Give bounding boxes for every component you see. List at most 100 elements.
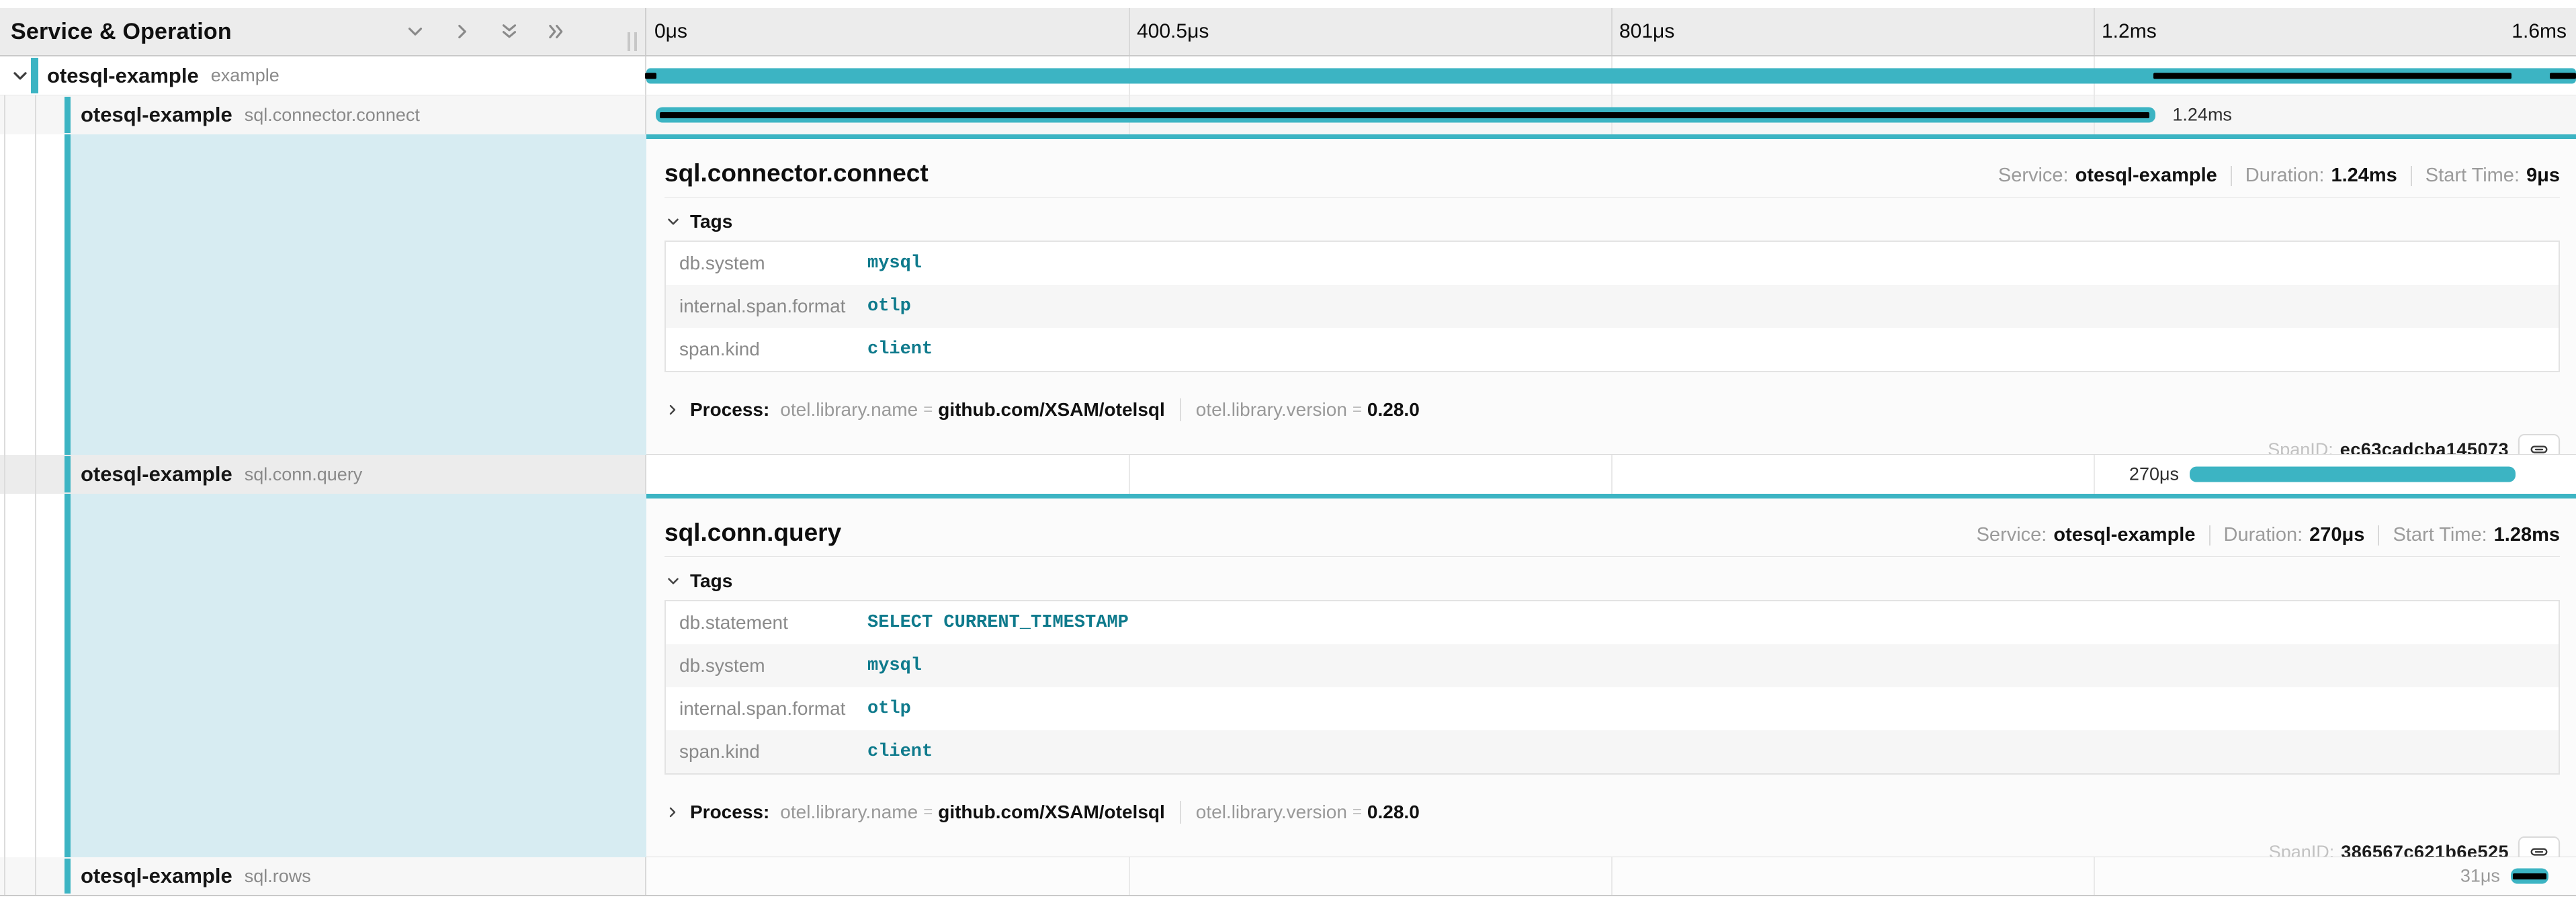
chevron-down-icon xyxy=(664,213,682,230)
meta-separator xyxy=(2411,166,2412,186)
process-section-toggle[interactable]: Process: otel.library.name = github.com/… xyxy=(664,797,1420,827)
gridline xyxy=(2094,857,2095,895)
copy-span-link-button[interactable] xyxy=(2518,434,2560,455)
span-row-query[interactable]: otesql-example sql.conn.query 270μs xyxy=(0,455,2576,494)
column-resize-handle[interactable] xyxy=(628,32,637,51)
span-row-rows-name-cell[interactable]: otesql-example sql.rows xyxy=(0,857,646,895)
span-detail-header[interactable]: sql.conn.query Service: otesql-example D… xyxy=(664,519,2560,547)
process-key: otel.library.name xyxy=(780,801,918,823)
expand-one-button[interactable] xyxy=(447,17,477,46)
span-row-connect-name-cell[interactable]: otesql-example sql.connector.connect xyxy=(0,95,646,134)
service-color-bar xyxy=(31,58,38,93)
service-color-bar xyxy=(65,97,71,133)
span-duration-label: 1.24ms xyxy=(2172,105,2232,126)
indent-guide xyxy=(35,134,36,455)
span-bar-connect[interactable] xyxy=(656,107,2155,123)
ruler-gridline xyxy=(2094,8,2095,55)
gridline xyxy=(1129,455,1130,494)
chevron-down-icon xyxy=(404,20,427,43)
ruler-tick: 801μs xyxy=(1619,8,1674,55)
tag-value: otlp xyxy=(867,296,911,316)
double-chevron-down-icon xyxy=(498,20,521,43)
span-bar-query[interactable] xyxy=(2190,467,2516,482)
link-icon xyxy=(2529,842,2549,857)
collapse-one-button[interactable] xyxy=(400,17,430,46)
duration-value: 1.24ms xyxy=(2331,165,2397,187)
tags-section-toggle[interactable]: Tags xyxy=(664,568,732,595)
trace-timeline-view: Service & Operation 0μs xyxy=(0,0,2576,911)
expand-all-button[interactable] xyxy=(542,17,571,46)
timeline-ruler: 0μs 400.5μs 801μs 1.2ms 1.6ms xyxy=(646,8,2576,55)
tag-key: internal.span.format xyxy=(666,296,867,317)
gridline xyxy=(1129,857,1130,895)
tag-row: span.kind client xyxy=(666,328,2559,371)
meta-separator xyxy=(2209,525,2210,546)
copy-span-link-button[interactable] xyxy=(2518,836,2560,857)
meta-separator xyxy=(2231,166,2232,186)
ruler-tick: 1.2ms xyxy=(2102,8,2157,55)
span-row-query-name-cell[interactable]: otesql-example sql.conn.query xyxy=(0,455,646,494)
start-time-value: 9μs xyxy=(2526,165,2560,187)
start-time-label: Start Time: xyxy=(2393,524,2487,546)
process-section-toggle[interactable]: Process: otel.library.name = github.com/… xyxy=(664,395,1420,425)
tag-value: otlp xyxy=(867,699,911,719)
indent-guide xyxy=(4,134,5,455)
span-detail-query-indent xyxy=(0,494,646,857)
service-operation-title: Service & Operation xyxy=(11,19,232,45)
equals-sign: = xyxy=(923,400,933,419)
selected-span-indent-fill xyxy=(71,134,646,455)
tag-value: client xyxy=(867,742,933,762)
collapse-all-button[interactable] xyxy=(495,17,524,46)
tag-value: SELECT CURRENT_TIMESTAMP xyxy=(867,613,1129,633)
service-name: otesql-example xyxy=(47,64,199,88)
span-row-example-name-cell[interactable]: otesql-example example xyxy=(0,56,646,95)
span-meta: Service: otesql-example Duration: 270μs … xyxy=(1977,524,2560,546)
process-label: Process: xyxy=(690,801,769,823)
span-duration-label: 31μs xyxy=(2460,866,2500,887)
service-name: otesql-example xyxy=(81,462,232,486)
chevron-right-icon xyxy=(451,20,474,43)
span-id-row: SpanID: ec63cadcba145073 xyxy=(664,430,2560,455)
service-color-bar xyxy=(65,456,71,492)
service-label: Service: xyxy=(1998,165,2069,187)
tag-key: db.statement xyxy=(666,612,867,634)
tag-value: mysql xyxy=(867,656,922,676)
span-id-label: SpanID: xyxy=(2268,439,2333,455)
tags-section-title: Tags xyxy=(690,211,732,232)
process-separator xyxy=(1180,801,1181,824)
process-key: otel.library.name xyxy=(780,399,918,421)
chevron-right-icon xyxy=(664,402,681,418)
gridline xyxy=(2094,455,2095,494)
span-row-example[interactable]: otesql-example example xyxy=(0,56,2576,95)
double-chevron-right-icon xyxy=(545,20,568,43)
span-id-value: ec63cadcba145073 xyxy=(2340,439,2509,455)
duration-label: Duration: xyxy=(2245,165,2325,187)
tag-row: internal.span.format otlp xyxy=(666,687,2559,730)
operation-name: sql.connector.connect xyxy=(245,105,420,126)
service-operation-header: Service & Operation xyxy=(0,8,646,55)
indent-guide xyxy=(35,455,36,494)
process-separator xyxy=(1180,398,1181,421)
process-value: github.com/XSAM/otelsql xyxy=(938,801,1165,823)
tag-row: db.system mysql xyxy=(666,242,2559,285)
span-detail-header[interactable]: sql.connector.connect Service: otesql-ex… xyxy=(664,159,2560,187)
indent-guide xyxy=(4,455,5,494)
divider xyxy=(664,197,2560,198)
tags-section-toggle[interactable]: Tags xyxy=(664,208,732,235)
service-color-bar xyxy=(65,859,71,894)
tag-row: span.kind client xyxy=(666,730,2559,773)
span-row-rows[interactable]: otesql-example sql.rows 31μs xyxy=(0,857,2576,896)
collapse-children-toggle[interactable] xyxy=(9,65,31,87)
start-time-value: 1.28ms xyxy=(2494,524,2560,546)
span-detail-connect-indent xyxy=(0,134,646,455)
span-row-connect[interactable]: otesql-example sql.connector.connect 1.2… xyxy=(0,95,2576,134)
tags-table: db.statement SELECT CURRENT_TIMESTAMP db… xyxy=(664,600,2560,775)
span-detail-query: sql.conn.query Service: otesql-example D… xyxy=(0,494,2576,857)
tag-key: db.system xyxy=(666,655,867,677)
process-value: 0.28.0 xyxy=(1367,399,1420,421)
ruler-tick: 400.5μs xyxy=(1137,8,1209,55)
ruler-gridline xyxy=(1129,8,1130,55)
span-detail-query-body: sql.conn.query Service: otesql-example D… xyxy=(646,494,2576,857)
tags-table: db.system mysql internal.span.format otl… xyxy=(664,241,2560,372)
span-bar-rows[interactable] xyxy=(2511,869,2548,884)
